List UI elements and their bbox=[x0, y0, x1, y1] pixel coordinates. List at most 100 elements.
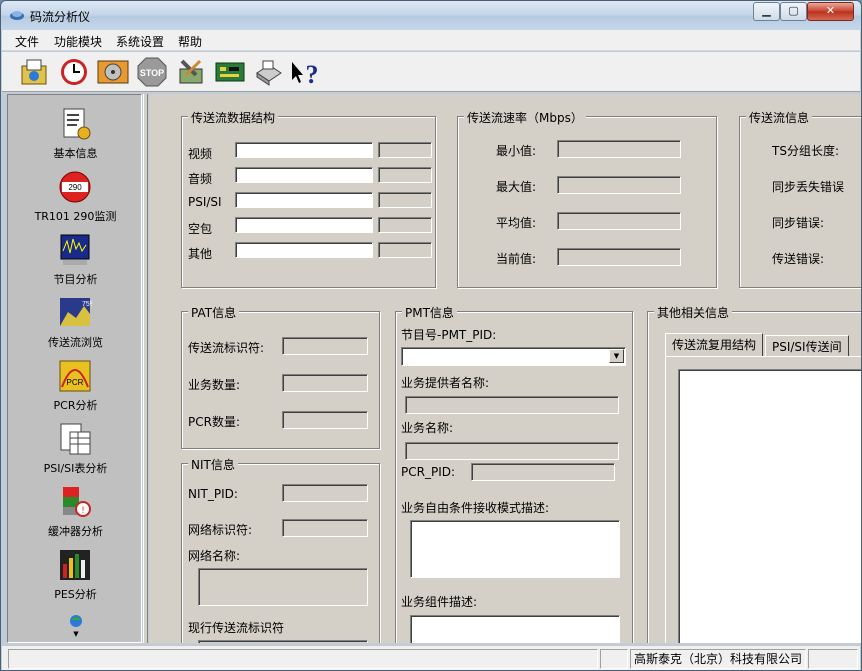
nit-pid-label: NIT_PID: bbox=[188, 487, 238, 501]
ts-structure-label: 视频 bbox=[188, 147, 213, 161]
ts-structure-label: 其他 bbox=[188, 247, 213, 261]
main-panel: 传送流数据结构 视频 音频 PSI/SI 空包 其他 传送流速率（Mbps） 最小值: 最… bbox=[149, 94, 861, 643]
pat-value bbox=[282, 411, 368, 429]
nav-item-label: PSI/SI表分析 bbox=[43, 462, 108, 475]
table-icon bbox=[60, 423, 91, 455]
provider-name-label: 业务提供者名称: bbox=[401, 376, 490, 390]
pat-title: PAT信息 bbox=[188, 304, 240, 321]
ts-info-label: 传送错误: bbox=[772, 252, 825, 266]
app-window: 码流分析仪 ▁ ▢ ✕ 文件 功能模块 系统设置 帮助 STOP ? 基本信息 … bbox=[0, 0, 862, 671]
ts-browse-icon: 75% bbox=[60, 298, 92, 326]
minimize-icon: ▁ bbox=[762, 4, 771, 17]
maximize-button[interactable]: ▢ bbox=[780, 2, 807, 21]
ts-structure-bar bbox=[235, 192, 373, 208]
nav-item-tr101-290[interactable]: 290 TR101 290监测 bbox=[8, 170, 141, 232]
help-icon: ? bbox=[292, 60, 319, 88]
toolbar: STOP ? bbox=[2, 52, 860, 92]
nav-item-label: 传送流浏览 bbox=[48, 336, 103, 349]
pmt-title: PMT信息 bbox=[402, 304, 457, 321]
network-id-label: 网络标识符: bbox=[188, 523, 253, 537]
ts-rate-label: 平均值: bbox=[496, 216, 537, 230]
stop-button[interactable]: STOP bbox=[135, 56, 169, 88]
provider-name-field bbox=[405, 396, 619, 414]
ts-structure-value bbox=[378, 242, 432, 258]
clock-button[interactable] bbox=[57, 56, 91, 88]
open-button[interactable] bbox=[17, 56, 51, 88]
stop-icon: STOP bbox=[137, 57, 167, 87]
program-pid-select[interactable]: ▼ bbox=[401, 347, 626, 366]
status-company: 高斯泰克（北京）科技有限公司 bbox=[630, 649, 806, 669]
nav-item-waveform[interactable]: 节目分析 bbox=[8, 233, 141, 295]
clock-icon bbox=[61, 59, 87, 85]
buffer-icon: ! bbox=[63, 487, 91, 517]
tab-ts-mux-structure[interactable]: 传送流复用结构 bbox=[665, 333, 764, 356]
ts-structure-group: 传送流数据结构 视频音频 PSI/SI 空包其他 bbox=[181, 109, 436, 288]
program-pid-label: 节目号-PMT_PID: bbox=[401, 328, 497, 342]
tools-icon bbox=[179, 59, 203, 84]
pmt-group: PMT信息 节目号-PMT_PID: ▼ 业务提供者名称: 业务名称: PCR_… bbox=[395, 304, 633, 643]
other-info-tabs: 传送流复用结构 PSI/SI传送间 bbox=[665, 333, 861, 643]
nav-item-buffer[interactable]: ! 缓冲器分析 bbox=[8, 485, 141, 547]
dropdown-button[interactable]: ▼ bbox=[609, 349, 624, 363]
tools-button[interactable] bbox=[174, 56, 208, 88]
menu-modules[interactable]: 功能模块 bbox=[54, 33, 102, 50]
ts-structure-bar bbox=[235, 242, 373, 258]
pat-group: PAT信息 传送流标识符: 业务数量: PCR数量: bbox=[181, 304, 380, 449]
ts-structure-label: 空包 bbox=[188, 222, 213, 236]
ts-rate-value bbox=[557, 176, 681, 194]
minimize-button[interactable]: ▁ bbox=[753, 2, 780, 21]
ts-mux-tree[interactable] bbox=[678, 369, 861, 643]
menu-settings[interactable]: 系统设置 bbox=[116, 33, 164, 50]
chip-button[interactable] bbox=[213, 56, 247, 88]
component-desc-label: 业务组件描述: bbox=[401, 595, 478, 609]
nav-item-label: 基本信息 bbox=[53, 147, 98, 160]
nav-item-pcr[interactable]: PCR PCR分析 bbox=[8, 359, 141, 421]
service-name-field bbox=[405, 442, 619, 460]
nav-item-pes[interactable]: PES分析 bbox=[8, 548, 141, 610]
globe-icon bbox=[70, 615, 82, 627]
current-ts-id-label: 现行传送流标识符 bbox=[188, 621, 285, 635]
ca-desc-field[interactable] bbox=[410, 520, 620, 578]
svg-text:PCR: PCR bbox=[67, 378, 84, 387]
help-button[interactable]: ? bbox=[288, 56, 322, 88]
ts-structure-label: PSI/SI bbox=[188, 195, 222, 209]
close-button[interactable]: ✕ bbox=[807, 2, 854, 21]
ts-rate-title: 传送流速率（Mbps） bbox=[464, 109, 586, 126]
status-bar: 高斯泰克（北京）科技有限公司 bbox=[2, 645, 860, 670]
menu-bar: 文件 功能模块 系统设置 帮助 bbox=[2, 30, 860, 51]
nav-item-table[interactable]: PSI/SI表分析 bbox=[8, 422, 141, 484]
print-button[interactable] bbox=[252, 56, 286, 88]
app-icon bbox=[10, 11, 24, 20]
status-pane-small bbox=[600, 649, 628, 669]
nav-item-ts-browse[interactable]: 75% 传送流浏览 bbox=[8, 296, 141, 358]
ts-structure-value bbox=[378, 167, 432, 183]
scroll-down-icon: ▼ bbox=[73, 630, 79, 638]
nav-item-label: PCR分析 bbox=[53, 399, 98, 412]
network-id-field bbox=[282, 519, 368, 537]
nav-scroll-down[interactable]: ▼ bbox=[68, 613, 84, 641]
ts-rate-value bbox=[557, 212, 681, 230]
nav-item-document[interactable]: 基本信息 bbox=[8, 107, 141, 169]
svg-text:!: ! bbox=[82, 505, 85, 515]
component-desc-field[interactable] bbox=[410, 615, 620, 643]
pes-icon bbox=[60, 550, 90, 580]
ts-rate-value bbox=[557, 248, 681, 266]
menu-help[interactable]: 帮助 bbox=[178, 33, 202, 50]
pcr-pid-label: PCR_PID: bbox=[401, 465, 456, 479]
ts-structure-title: 传送流数据结构 bbox=[188, 109, 279, 126]
pat-label: 业务数量: bbox=[188, 378, 241, 392]
chevron-down-icon: ▼ bbox=[613, 352, 620, 360]
window-title: 码流分析仪 bbox=[30, 10, 91, 24]
splitter[interactable] bbox=[143, 94, 148, 643]
printer-icon bbox=[256, 60, 282, 86]
nit-title: NIT信息 bbox=[188, 456, 238, 473]
menu-file[interactable]: 文件 bbox=[15, 33, 39, 50]
ts-info-label: TS分组长度: bbox=[772, 144, 839, 158]
ts-rate-value bbox=[557, 140, 681, 158]
disk-icon bbox=[97, 60, 129, 84]
tab-psi-si-interval[interactable]: PSI/SI传送间 bbox=[765, 335, 849, 356]
ts-structure-label: 音频 bbox=[188, 172, 213, 186]
nav-item-label: 节目分析 bbox=[53, 273, 98, 286]
disk-button[interactable] bbox=[96, 56, 130, 88]
ts-structure-bar bbox=[235, 217, 373, 233]
